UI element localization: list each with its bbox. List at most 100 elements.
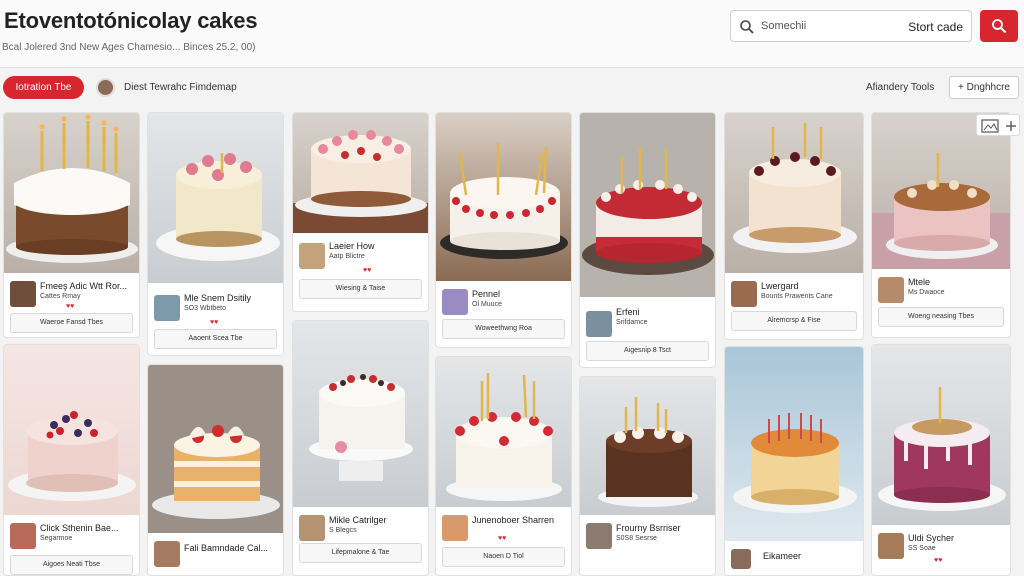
heart-icon[interactable]: ♥♥ (210, 319, 218, 326)
pin-action-button[interactable]: Naoen D Tiol (442, 547, 565, 567)
search-submit-button[interactable]: Stort cade (908, 20, 963, 34)
avatar[interactable] (299, 243, 325, 269)
search-box[interactable]: Somechii Stort cade (730, 10, 972, 42)
pin-action-button[interactable]: Lifepmalone & Tae (299, 543, 422, 563)
avatar[interactable] (442, 289, 468, 315)
owner-label: Diest Tewrahc Fimdemap (124, 82, 237, 93)
avatar[interactable] (96, 78, 115, 97)
pin-subtitle: Segarmoe (40, 535, 73, 542)
avatar[interactable] (878, 277, 904, 303)
avatar[interactable] (299, 515, 325, 541)
pin-title[interactable]: Mtele (908, 277, 930, 287)
pin-card[interactable]: Junenoboer Sharren ♥♥ Naoen D Tiol (435, 356, 572, 576)
pin-card[interactable]: Eikameer (724, 346, 864, 576)
search-button[interactable] (980, 10, 1018, 42)
cake-image (293, 113, 428, 235)
pin-card[interactable]: Mikle Catrilger S Blegcs Lifepmalone & T… (292, 320, 429, 576)
avatar[interactable] (442, 515, 468, 541)
pin-card[interactable]: Lwergard Bounts Prawents Cane Alremcrsp … (724, 112, 864, 340)
pin-card[interactable]: Erfeni Srifdamce Aigesnip 8 Tsct (579, 112, 716, 368)
pin-title[interactable]: Uldi Sycher (908, 533, 954, 543)
heart-icon[interactable]: ♥♥ (934, 557, 942, 564)
search-input[interactable]: Somechii (761, 20, 806, 32)
avatar[interactable] (154, 295, 180, 321)
pin-action-button[interactable]: Woweethwng Roa (442, 319, 565, 339)
heart-icon[interactable]: ♥♥ (363, 267, 371, 274)
avatar[interactable] (878, 533, 904, 559)
pin-meta: Fali Bamndade Cal... (148, 533, 283, 575)
pin-subtitle: SS Soae (908, 545, 936, 552)
cake-image (725, 113, 863, 275)
pin-card[interactable]: Fmeeş Adic Wtt Ror... Cattes Rmay ♥♥ Wae… (3, 112, 140, 338)
heart-icon[interactable]: ♥♥ (66, 303, 74, 310)
pin-subtitle: Ms Dwaoce (908, 289, 945, 296)
pin-card[interactable]: Click Sthenin Bae... Segarmoe Aigoes Nea… (3, 344, 140, 576)
cake-image (4, 345, 139, 517)
pin-title[interactable]: Eikameer (763, 551, 801, 561)
pin-meta: Eikameer (725, 541, 863, 575)
pin-action-button[interactable]: Alremcrsp & Fise (731, 311, 857, 331)
pin-meta: Click Sthenin Bae... Segarmoe Aigoes Nea… (4, 515, 139, 575)
pin-title[interactable]: Click Sthenin Bae... (40, 523, 119, 533)
pin-card[interactable]: Mle Snem Dsitily SO3 Wbtbeto ♥♥ Aaoent S… (147, 112, 284, 356)
pin-card[interactable]: Mtele Ms Dwaoce Woeng neasing Tbes (871, 112, 1011, 338)
pin-action-button[interactable]: Woeng neasing Tbes (878, 307, 1004, 327)
pin-title[interactable]: Pennel (472, 289, 500, 299)
options-button[interactable]: + Dnghhcre (949, 76, 1019, 99)
advanced-tools-link[interactable]: Afiandery Tools (866, 82, 934, 93)
pin-meta: Laeier How Aatp Blictre ♥♥ Wiesing & Tai… (293, 233, 428, 311)
pin-card[interactable]: Pennel Ol Muuce Woweethwng Roa (435, 112, 572, 348)
pin-subtitle: Cattes Rmay (40, 293, 81, 300)
avatar[interactable] (731, 549, 751, 569)
pin-action-button[interactable]: Waeroe Fansd Tbes (10, 313, 133, 333)
cake-image (580, 377, 715, 517)
avatar[interactable] (154, 541, 180, 567)
pin-subtitle: Srifdamce (616, 319, 648, 326)
view-controls (976, 114, 1020, 136)
avatar[interactable] (586, 311, 612, 337)
avatar[interactable] (586, 523, 612, 549)
pin-title[interactable]: Lwergard (761, 281, 799, 291)
pin-action-button[interactable]: Aigesnip 8 Tsct (586, 341, 709, 361)
filter-pill[interactable]: Iotration Tbe (3, 76, 84, 99)
avatar[interactable] (731, 281, 757, 307)
header: Etoventotónicolay cakes Bcal Jolered 3nd… (0, 0, 1024, 68)
heart-icon[interactable]: ♥♥ (498, 535, 506, 542)
avatar[interactable] (10, 523, 36, 549)
pin-title[interactable]: Junenoboer Sharren (472, 515, 554, 525)
pin-subtitle: S Blegcs (329, 527, 357, 534)
pin-title[interactable]: Mle Snem Dsitily (184, 293, 251, 303)
pin-title[interactable]: Fali Bamndade Cal... (184, 543, 268, 553)
pin-title[interactable]: Erfeni (616, 307, 640, 317)
cake-image (148, 113, 283, 285)
pin-subtitle: Ol Muuce (472, 301, 502, 308)
pin-title[interactable]: Laeier How (329, 241, 375, 251)
pin-action-button[interactable]: Aigoes Neati Tbse (10, 555, 133, 575)
gallery-icon[interactable] (981, 119, 999, 133)
search-icon (992, 19, 1007, 34)
pin-title[interactable]: Fmeeş Adic Wtt Ror... (40, 281, 127, 291)
pin-meta: Frourny Bsrriser S0S8 Sesrse (580, 515, 715, 575)
pin-meta: Fmeeş Adic Wtt Ror... Cattes Rmay ♥♥ Wae… (4, 273, 139, 337)
page-title: Etoventotónicolay cakes (4, 8, 258, 33)
cake-image (436, 113, 571, 283)
pin-title[interactable]: Mikle Catrilger (329, 515, 387, 525)
pin-card[interactable]: Frourny Bsrriser S0S8 Sesrse (579, 376, 716, 576)
pin-meta: Lwergard Bounts Prawents Cane Alremcrsp … (725, 273, 863, 339)
cake-image (293, 321, 428, 509)
cake-image (725, 347, 863, 543)
page-subtitle: Bcal Jolered 3nd New Ages Chamesio... Bi… (2, 42, 256, 53)
pin-subtitle: SO3 Wbtbeto (184, 305, 227, 312)
plus-icon[interactable] (1005, 120, 1017, 132)
pin-meta: Pennel Ol Muuce Woweethwng Roa (436, 281, 571, 347)
pin-action-button[interactable]: Aaoent Scea Tbe (154, 329, 277, 349)
pin-card[interactable]: Laeier How Aatp Blictre ♥♥ Wiesing & Tai… (292, 112, 429, 312)
pin-action-button[interactable]: Wiesing & Taise (299, 279, 422, 299)
pin-card[interactable]: Fali Bamndade Cal... (147, 364, 284, 576)
pin-card[interactable]: Uldi Sycher SS Soae ♥♥ (871, 344, 1011, 576)
avatar[interactable] (10, 281, 36, 307)
pin-meta: Erfeni Srifdamce Aigesnip 8 Tsct (580, 297, 715, 367)
pin-subtitle: S0S8 Sesrse (616, 535, 657, 542)
pin-meta: Uldi Sycher SS Soae ♥♥ (872, 525, 1010, 575)
pin-title[interactable]: Frourny Bsrriser (616, 523, 681, 533)
